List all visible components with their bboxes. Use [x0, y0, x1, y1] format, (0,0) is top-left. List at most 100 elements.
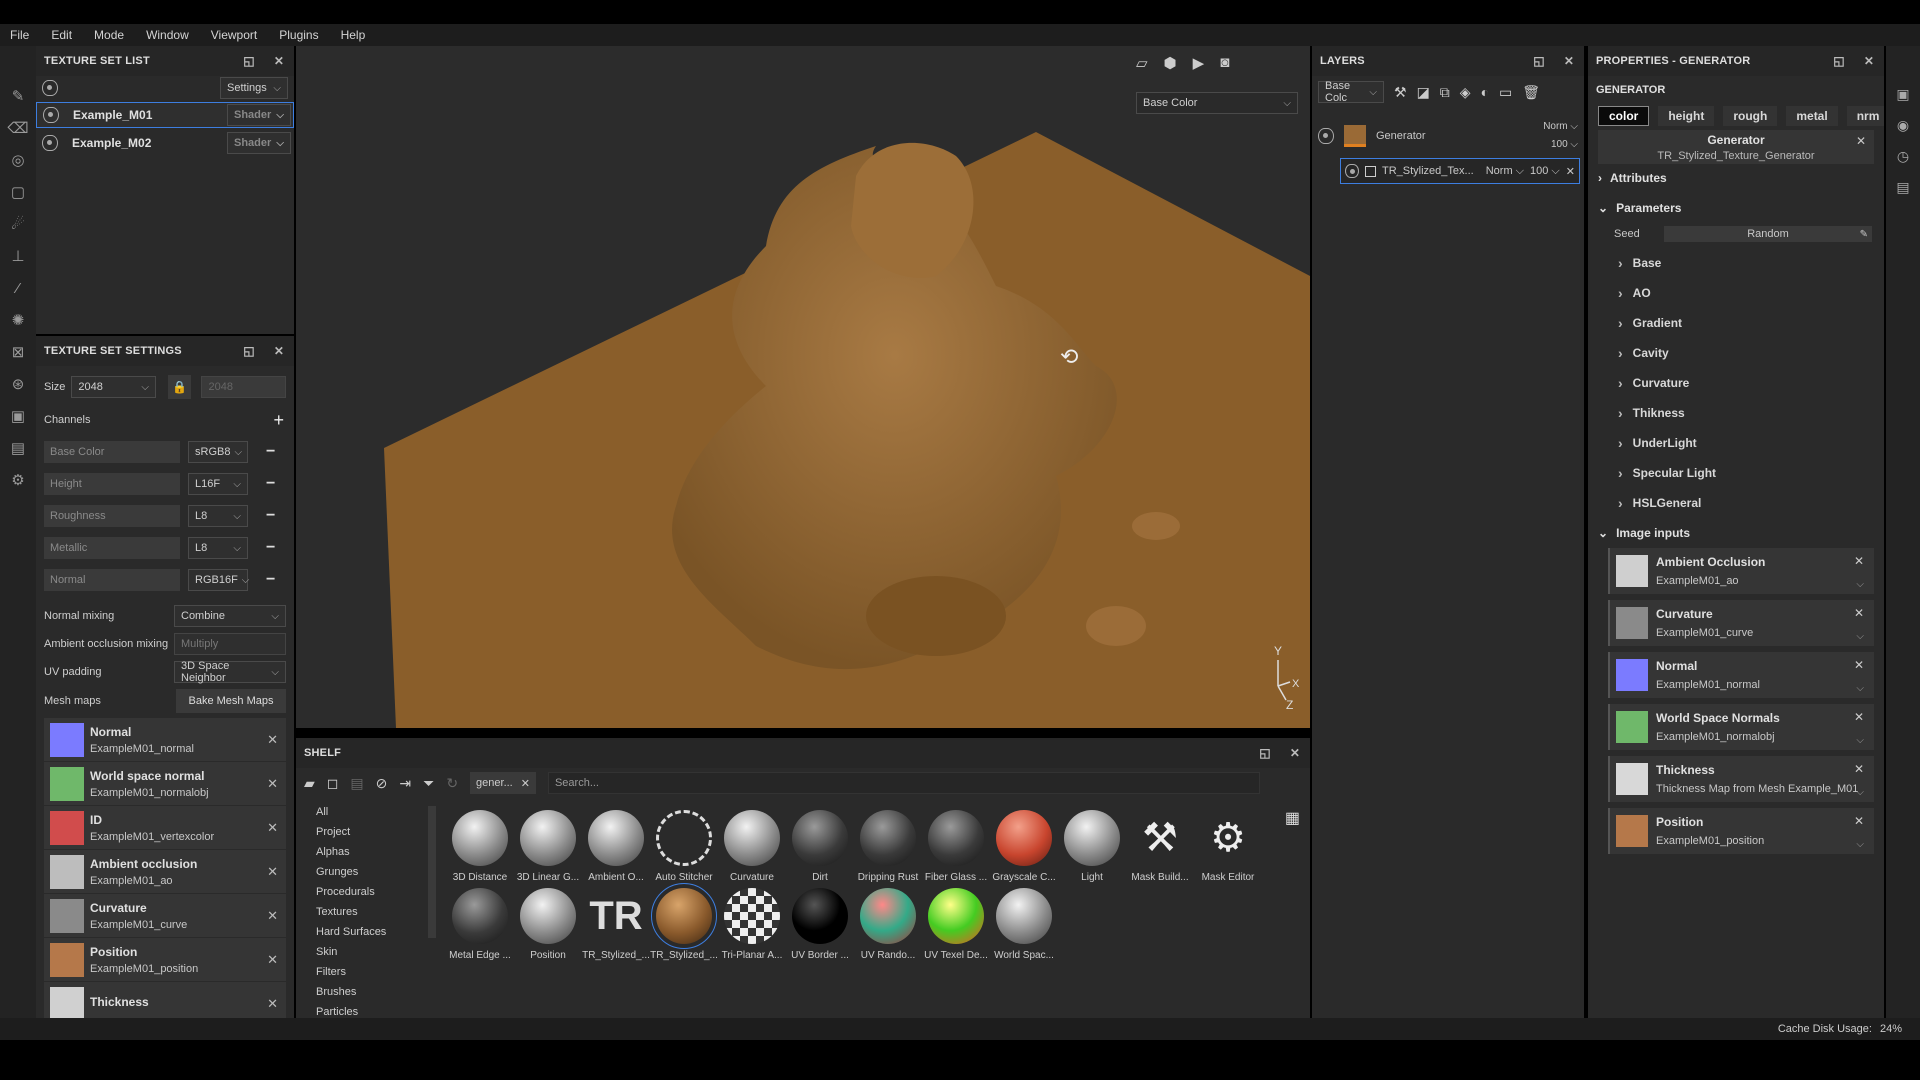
uv-padding-dropdown[interactable]: 3D Space Neighbor	[174, 660, 286, 684]
add-layer-icon[interactable]: ⧉	[1440, 84, 1450, 101]
parameter-group[interactable]: Gradient	[1588, 308, 1884, 338]
menu-viewport[interactable]: Viewport	[211, 28, 257, 42]
remove-mesh-map-icon[interactable]: ✕	[267, 952, 278, 968]
sub-layer-row[interactable]: TR_Stylized_Tex... Norm ⌵ 100 ⌵ ✕	[1340, 158, 1580, 184]
viewport[interactable]: ▱ ⬢ ▶ ◙ Base Color ⟲ Y X Z	[296, 46, 1310, 728]
hide-icon[interactable]: ⊘	[376, 775, 388, 792]
float-icon[interactable]: ◱	[1258, 746, 1272, 760]
parameter-group[interactable]: Specular Light	[1588, 458, 1884, 488]
viewport-channel-dropdown[interactable]: Base Color	[1136, 92, 1298, 114]
shelf-resource[interactable]: ⚒ Mask Build...	[1126, 810, 1194, 883]
close-icon[interactable]: ✕	[1288, 746, 1302, 760]
remove-input-icon[interactable]: ✕	[1854, 814, 1864, 828]
remove-filter-icon[interactable]: ✕	[521, 777, 530, 790]
shelf-category[interactable]: Grunges	[296, 862, 428, 882]
remove-effect-icon[interactable]: ✕	[1566, 165, 1575, 178]
camera-icon[interactable]: ▶	[1193, 54, 1205, 72]
add-folder-icon[interactable]: ▭	[1499, 84, 1512, 101]
remove-mesh-map-icon[interactable]: ✕	[267, 820, 278, 836]
close-icon[interactable]: ✕	[1562, 54, 1576, 68]
shelf-resource[interactable]: Grayscale C...	[990, 810, 1058, 883]
eye-icon[interactable]	[1318, 128, 1334, 144]
remove-channel-icon[interactable]: −	[266, 507, 275, 525]
parameter-group[interactable]: HSLGeneral	[1588, 488, 1884, 518]
parameter-group[interactable]: Thikness	[1588, 398, 1884, 428]
image-input-item[interactable]: Thickness Thickness Map from Mesh Exampl…	[1608, 756, 1874, 802]
edit-icon[interactable]: ✎	[1860, 229, 1868, 240]
channel-format-dropdown[interactable]: sRGB8	[188, 441, 248, 463]
attributes-toggle[interactable]: › Attributes	[1588, 164, 1884, 192]
tab-nrm[interactable]: nrm	[1846, 106, 1884, 126]
display-settings-icon[interactable]: ▣	[1896, 86, 1909, 103]
mesh-map-item[interactable]: ID ExampleM01_vertexcolor ✕	[44, 806, 286, 849]
chevron-down-icon[interactable]: ⌵	[1856, 631, 1864, 642]
float-icon[interactable]: ◱	[1532, 54, 1546, 68]
mesh-map-item[interactable]: Curvature ExampleM01_curve ✕	[44, 894, 286, 937]
bake-icon[interactable]: ⊛	[0, 368, 36, 400]
mesh-map-item[interactable]: Position ExampleM01_position ✕	[44, 938, 286, 981]
filter-tag[interactable]: gener... ✕	[470, 772, 536, 794]
new-resource-icon[interactable]: ◻	[327, 775, 339, 792]
grid-view-icon[interactable]: ▦	[1285, 808, 1300, 828]
remove-mesh-map-icon[interactable]: ✕	[267, 908, 278, 924]
tab-color[interactable]: color	[1598, 106, 1650, 126]
remove-input-icon[interactable]: ✕	[1854, 710, 1864, 724]
tab-metal[interactable]: metal	[1786, 106, 1838, 126]
shader-settings-icon[interactable]: ◉	[1897, 117, 1909, 134]
parameter-group[interactable]: Cavity	[1588, 338, 1884, 368]
image-input-item[interactable]: Curvature ExampleM01_curve ✕ ⌵	[1608, 600, 1874, 646]
save-icon[interactable]: ▤	[350, 775, 363, 792]
image-input-item[interactable]: Ambient Occlusion ExampleM01_ao ✕ ⌵	[1608, 548, 1874, 594]
shelf-resource[interactable]: TR TR_Stylized_...	[582, 888, 650, 962]
shelf-resource[interactable]: Ambient O...	[582, 810, 650, 883]
add-channel-icon[interactable]: +	[273, 410, 284, 431]
chevron-down-icon[interactable]: ⌵	[1856, 839, 1864, 850]
seed-field[interactable]: Random ✎	[1664, 226, 1872, 242]
add-mask-icon[interactable]: ◪	[1417, 84, 1430, 101]
parameters-toggle[interactable]: ⌄ Parameters	[1588, 192, 1884, 224]
shelf-category[interactable]: Filters	[296, 962, 428, 982]
measure-icon[interactable]: ⊠	[0, 336, 36, 368]
shelf-category[interactable]: Procedurals	[296, 882, 428, 902]
sub-blend-mode[interactable]: Norm ⌵	[1486, 165, 1524, 178]
category-scrollbar[interactable]	[428, 806, 436, 938]
shelf-resource[interactable]: UV Border ...	[786, 888, 854, 961]
folder-icon[interactable]: ▰	[304, 775, 315, 792]
add-fill-layer-icon[interactable]: ◈	[1460, 84, 1471, 101]
remove-mesh-map-icon[interactable]: ✕	[267, 996, 278, 1012]
shelf-resource[interactable]: Metal Edge ...	[446, 888, 514, 961]
history-icon[interactable]: ◷	[1897, 148, 1909, 165]
shelf-category[interactable]: Textures	[296, 902, 428, 922]
photoshop-icon[interactable]: ▣	[0, 400, 36, 432]
layer-row[interactable]: Generator Norm ⌵ 100 ⌵	[1312, 114, 1584, 158]
shelf-resource[interactable]: Dripping Rust	[854, 810, 922, 883]
eye-icon[interactable]	[43, 107, 59, 123]
paint-brush-icon[interactable]: ✎	[0, 80, 36, 112]
chevron-down-icon[interactable]: ⌵	[1856, 683, 1864, 694]
polygon-fill-icon[interactable]: ▢	[0, 176, 36, 208]
normal-mixing-dropdown[interactable]: Combine	[174, 605, 286, 627]
image-input-item[interactable]: Normal ExampleM01_normal ✕ ⌵	[1608, 652, 1874, 698]
color-picker-icon[interactable]: ⁄	[0, 272, 36, 304]
projection-icon[interactable]: ◎	[0, 144, 36, 176]
menu-mode[interactable]: Mode	[94, 28, 124, 42]
texture-set-item[interactable]: Example_M01 Shader	[36, 102, 294, 128]
menu-help[interactable]: Help	[341, 28, 366, 42]
menu-file[interactable]: File	[10, 28, 29, 42]
chevron-down-icon[interactable]: ⌵	[1856, 579, 1864, 590]
layer-opacity[interactable]: 100 ⌵	[1543, 136, 1578, 154]
mesh-map-item[interactable]: Thickness ✕	[44, 982, 286, 1018]
shelf-category[interactable]: Skin	[296, 942, 428, 962]
close-icon[interactable]: ✕	[1856, 134, 1866, 148]
remove-input-icon[interactable]: ✕	[1854, 554, 1864, 568]
remove-mesh-map-icon[interactable]: ✕	[267, 864, 278, 880]
visibility-icon[interactable]	[42, 80, 58, 96]
refresh-icon[interactable]: ↻	[446, 775, 458, 792]
remove-channel-icon[interactable]: −	[266, 571, 275, 589]
shelf-resource[interactable]: World Spac...	[990, 888, 1058, 961]
shelf-resource[interactable]: Dirt	[786, 810, 854, 883]
channel-format-dropdown[interactable]: L8	[188, 537, 248, 559]
material-picker-icon[interactable]: ✺	[0, 304, 36, 336]
float-icon[interactable]: ◱	[242, 344, 256, 358]
shelf-resource[interactable]: Tri-Planar A...	[718, 888, 786, 961]
